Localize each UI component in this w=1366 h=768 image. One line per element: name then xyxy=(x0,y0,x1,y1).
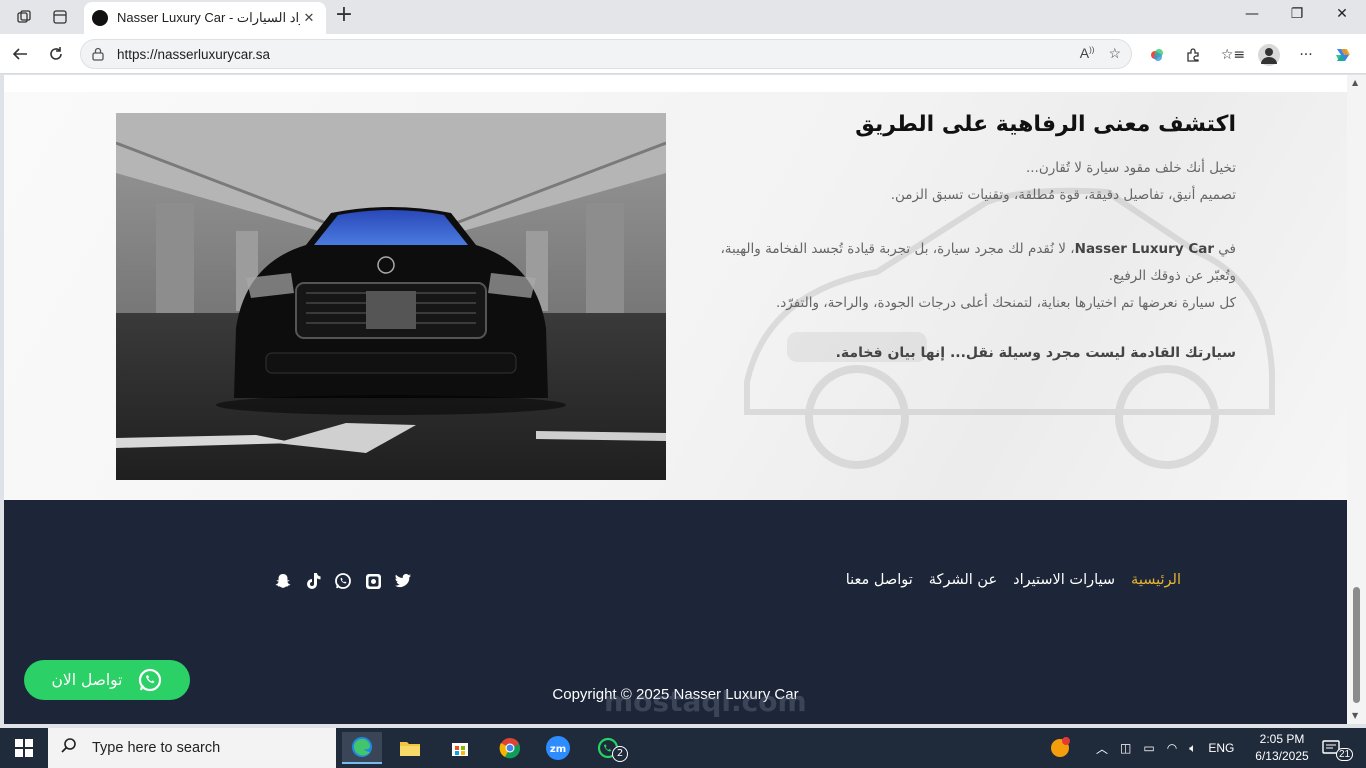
extensions-puzzle-icon[interactable] xyxy=(1182,44,1204,66)
scroll-thumb[interactable] xyxy=(1353,587,1360,703)
intro-line-2: تصميم أنيق، تفاصيل دقيقة، قوة مُطلقة، وت… xyxy=(890,187,1236,203)
search-placeholder: Type here to search xyxy=(92,740,221,756)
brand-name: Nasser Luxury Car xyxy=(1074,241,1214,257)
new-tab-button[interactable]: + xyxy=(332,4,356,28)
more-menu-icon[interactable]: ··· xyxy=(1295,44,1317,66)
start-button[interactable] xyxy=(0,728,48,768)
snapchat-icon[interactable] xyxy=(274,572,292,590)
hero-text-block: اكتشف معنى الرفاهية على الطريق تخيل أنك … xyxy=(676,112,1236,361)
instagram-icon[interactable] xyxy=(364,572,382,590)
page-scrollbar[interactable]: ▲ ▼ xyxy=(1347,75,1366,724)
clock-time: 2:05 PM xyxy=(1259,732,1305,746)
scroll-up-arrow[interactable]: ▲ xyxy=(1352,78,1358,87)
whatsapp-contact-button[interactable]: تواصل الان xyxy=(24,660,190,700)
notification-count-badge: 21 xyxy=(1336,747,1354,761)
read-aloud-icon[interactable]: A)) xyxy=(1080,45,1095,62)
address-bar-row: https://nasserluxurycar.sa A)) ☆ ☆≡ ··· xyxy=(0,34,1366,74)
weather-widget-icon[interactable] xyxy=(1048,728,1072,768)
web-page: اكتشف معنى الرفاهية على الطريق تخيل أنك … xyxy=(4,75,1347,724)
scroll-down-arrow[interactable]: ▼ xyxy=(1352,711,1358,720)
vertical-tabs-icon[interactable] xyxy=(49,6,71,28)
about-paragraph: في Nasser Luxury Car، لا نُقدم لك مجرد س… xyxy=(676,236,1236,317)
restore-button[interactable]: ❐ xyxy=(1282,6,1312,28)
taskbar-store[interactable] xyxy=(440,732,480,764)
volume-icon[interactable]: 🔈︎ xyxy=(1189,741,1196,756)
footer-nav-imports[interactable]: سيارات الاستيراد xyxy=(1013,572,1115,588)
footer-nav-about[interactable]: عن الشركة xyxy=(929,572,997,588)
footer-nav-home[interactable]: الرئيسية xyxy=(1131,572,1181,588)
close-window-button[interactable]: ✕ xyxy=(1327,6,1357,28)
battery-icon[interactable]: ▭ xyxy=(1143,741,1154,755)
minimize-button[interactable]: — xyxy=(1237,6,1267,28)
url-text: https://nasserluxurycar.sa xyxy=(117,46,271,62)
taskbar-edge[interactable] xyxy=(342,732,382,764)
active-tab[interactable]: Nasser Luxury Car - استيراد السيارات ✕ xyxy=(84,2,326,34)
hero-section: اكتشف معنى الرفاهية على الطريق تخيل أنك … xyxy=(4,92,1347,500)
taskbar-zoom[interactable]: zm xyxy=(538,732,578,764)
camera-icon[interactable]: ◫ xyxy=(1120,741,1131,755)
taskbar-clock[interactable]: 2:05 PM 6/13/2025 xyxy=(1252,731,1312,765)
favorites-icon[interactable]: ☆≡ xyxy=(1221,44,1245,66)
intro-line-1: تخيل أنك خلف مقود سيارة لا تُقارن... xyxy=(1025,160,1236,176)
site-favicon xyxy=(92,10,108,26)
taskbar-chrome[interactable] xyxy=(490,732,530,764)
copilot-icon[interactable] xyxy=(1332,44,1354,66)
tray-overflow-icon[interactable]: ︿ xyxy=(1096,740,1108,757)
about-line-1-rest: ، لا نُقدم لك مجرد سيارة، بل تجربة قيادة… xyxy=(720,241,1075,257)
lock-icon[interactable] xyxy=(91,47,105,61)
tab-title: Nasser Luxury Car - استيراد السيارات xyxy=(117,10,300,25)
about-line-2: وتُعبّر عن ذوقك الرفيع. xyxy=(1108,268,1236,284)
language-indicator[interactable]: ENG xyxy=(1208,741,1234,755)
windows-taskbar: Type here to search zm 2 ︿ ◫ ▭ ◠ 🔈︎ ENG … xyxy=(0,728,1366,768)
search-icon xyxy=(60,737,78,759)
workspaces-icon[interactable] xyxy=(13,6,35,28)
favorite-star-icon[interactable]: ☆ xyxy=(1108,45,1121,62)
notifications-button[interactable]: 21 xyxy=(1322,728,1354,768)
refresh-button[interactable] xyxy=(44,42,68,66)
hero-title: اكتشف معنى الرفاهية على الطريق xyxy=(855,112,1236,137)
about-line-3: كل سيارة نعرضها تم اختيارها بعناية، لتمن… xyxy=(775,295,1236,311)
tab-close-icon[interactable]: ✕ xyxy=(300,11,318,26)
about-prefix: في xyxy=(1214,241,1236,257)
luxury-car-image xyxy=(116,113,666,480)
taskbar-whatsapp[interactable]: 2 xyxy=(588,732,628,764)
svg-text:zm: zm xyxy=(550,744,566,755)
tiktok-icon[interactable] xyxy=(304,572,322,590)
footer-social-links xyxy=(274,572,412,590)
intro-paragraph: تخيل أنك خلف مقود سيارة لا تُقارن... تصم… xyxy=(676,155,1236,209)
about-line-1: في Nasser Luxury Car، لا نُقدم لك مجرد س… xyxy=(676,236,1236,263)
whatsapp-button-icon xyxy=(137,667,163,693)
extension-color-icon[interactable] xyxy=(1146,44,1168,66)
footer-nav: الرئيسية سيارات الاستيراد عن الشركة تواص… xyxy=(846,572,1181,588)
system-tray: ︿ ◫ ▭ ◠ 🔈︎ ENG xyxy=(1096,728,1234,768)
back-button[interactable] xyxy=(8,42,32,66)
profile-avatar[interactable] xyxy=(1258,44,1280,66)
twitter-icon[interactable] xyxy=(394,572,412,590)
taskbar-file-explorer[interactable] xyxy=(390,732,430,764)
taskbar-search[interactable]: Type here to search xyxy=(48,728,336,768)
url-field[interactable]: https://nasserluxurycar.sa A)) ☆ xyxy=(80,39,1132,69)
clock-date: 6/13/2025 xyxy=(1255,749,1309,763)
wifi-icon[interactable]: ◠ xyxy=(1167,741,1177,755)
whatsapp-icon[interactable] xyxy=(334,572,352,590)
footer-nav-contact[interactable]: تواصل معنا xyxy=(846,572,913,588)
whatsapp-button-label: تواصل الان xyxy=(51,671,123,689)
whatsapp-unread-badge: 2 xyxy=(612,746,628,762)
browser-tab-bar: Nasser Luxury Car - استيراد السيارات ✕ +… xyxy=(0,0,1366,34)
mostaql-watermark: mostaql.com xyxy=(604,685,807,718)
closing-statement: سيارتك القادمة ليست مجرد وسيلة نقل... إن… xyxy=(835,345,1236,361)
